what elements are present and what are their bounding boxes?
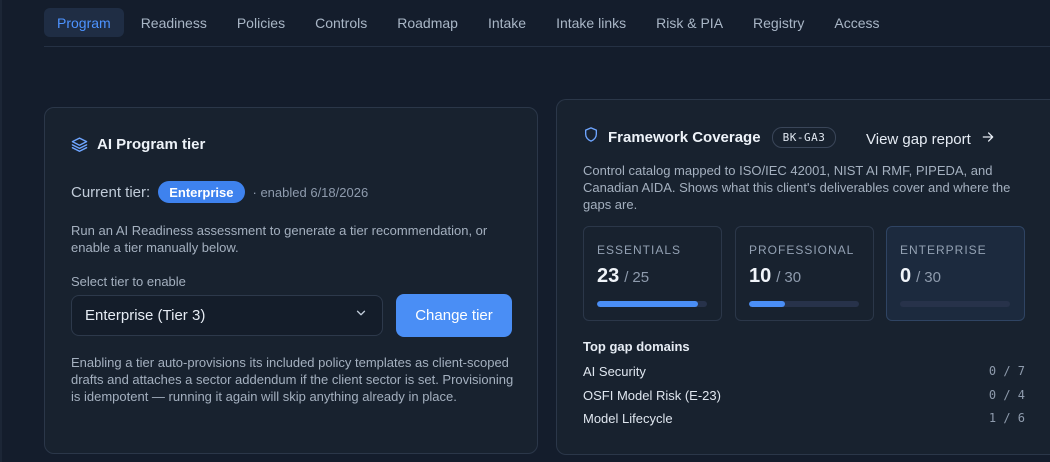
tier-intro-text: Run an AI Readiness assessment to genera… <box>71 223 488 255</box>
program-tabs: Program Readiness Policies Controls Road… <box>44 8 897 37</box>
tile-covered: 23 <box>597 265 620 287</box>
view-gap-report-link[interactable]: View gap report <box>866 130 995 148</box>
tab-registry[interactable]: Registry <box>740 8 817 37</box>
tile-count: 10 / 30 <box>749 265 801 288</box>
shield-icon <box>583 126 599 148</box>
tab-divider <box>44 46 1050 47</box>
tier-select[interactable]: Enterprise (Tier 3) <box>71 295 383 336</box>
tab-risk-pia[interactable]: Risk & PIA <box>643 8 736 37</box>
tab-readiness[interactable]: Readiness <box>128 8 220 37</box>
tile-progress-bar <box>900 301 1010 307</box>
ai-program-tier-header: AI Program tier <box>71 136 205 153</box>
gap-domain-name: OSFI Model Risk (E-23) <box>583 388 721 403</box>
tier-select-value: Enterprise (Tier 3) <box>85 307 206 324</box>
current-tier-badge: Enterprise <box>158 181 245 203</box>
tile-slash: / <box>916 269 921 286</box>
framework-coverage-header: Framework Coverage BK-GA3 <box>583 126 837 148</box>
tab-roadmap[interactable]: Roadmap <box>384 8 471 37</box>
tab-policies[interactable]: Policies <box>224 8 298 37</box>
ai-program-tier-title: AI Program tier <box>97 136 206 153</box>
ai-program-tier-card: AI Program tier Current tier: Enterprise… <box>44 107 538 454</box>
gap-domain-count: 1 / 6 <box>988 411 1025 425</box>
tile-name: ESSENTIALS <box>597 243 682 257</box>
framework-coverage-card: Framework Coverage BK-GA3 View gap repor… <box>556 99 1050 455</box>
tab-program[interactable]: Program <box>44 8 124 37</box>
tile-covered: 0 <box>900 265 912 287</box>
tab-intake-links[interactable]: Intake links <box>543 8 639 37</box>
gap-domain-name: AI Security <box>583 364 646 379</box>
framework-coverage-description: Control catalog mapped to ISO/IEC 42001,… <box>583 163 1011 212</box>
gap-domain-count: 0 / 4 <box>988 388 1025 402</box>
change-tier-button[interactable]: Change tier <box>396 294 512 337</box>
current-tier-label: Current tier: <box>71 183 151 201</box>
tab-controls[interactable]: Controls <box>302 8 380 37</box>
arrow-right-icon <box>981 130 995 148</box>
tile-name: PROFESSIONAL <box>749 243 855 257</box>
tile-progress-fill <box>597 301 699 307</box>
client-code-badge: BK-GA3 <box>771 126 837 148</box>
tile-name: ENTERPRISE <box>900 243 987 257</box>
tier-enabled-date: · enabled 6/18/2026 <box>252 184 369 200</box>
top-gap-domains-title: Top gap domains <box>583 339 690 354</box>
tile-count: 0 / 30 <box>900 265 941 288</box>
tile-slash: / <box>624 269 629 286</box>
tile-count: 23 / 25 <box>597 265 649 288</box>
tile-progress-bar <box>597 301 707 307</box>
chevron-down-icon <box>354 306 368 325</box>
tile-covered: 10 <box>749 265 772 287</box>
tier-tile-enterprise[interactable]: ENTERPRISE 0 / 30 <box>886 226 1025 321</box>
select-tier-label: Select tier to enable <box>71 274 186 289</box>
tab-access[interactable]: Access <box>821 8 892 37</box>
current-tier-row: Current tier: Enterprise · enabled 6/18/… <box>71 181 368 203</box>
tile-progress-fill <box>749 301 786 307</box>
tile-slash: / <box>776 269 781 286</box>
gap-domain-row: OSFI Model Risk (E-23) 0 / 4 <box>583 388 1025 403</box>
layers-icon <box>71 136 88 153</box>
tile-total: 30 <box>924 269 941 286</box>
tier-tile-essentials[interactable]: ESSENTIALS 23 / 25 <box>583 226 722 321</box>
gap-domain-row: AI Security 0 / 7 <box>583 364 1025 379</box>
tier-provisioning-note: Enabling a tier auto-provisions its incl… <box>71 355 514 404</box>
framework-coverage-title: Framework Coverage <box>608 128 761 146</box>
window-edge <box>0 0 2 462</box>
tab-intake[interactable]: Intake <box>475 8 539 37</box>
tile-total: 30 <box>784 269 802 286</box>
tile-progress-bar <box>749 301 859 307</box>
gap-domain-name: Model Lifecycle <box>583 411 673 426</box>
view-gap-report-label: View gap report <box>866 130 971 148</box>
gap-domain-row: Model Lifecycle 1 / 6 <box>583 411 1025 426</box>
tier-tile-professional[interactable]: PROFESSIONAL 10 / 30 <box>735 226 874 321</box>
tile-total: 25 <box>632 269 650 286</box>
gap-domain-count: 0 / 7 <box>988 364 1025 378</box>
